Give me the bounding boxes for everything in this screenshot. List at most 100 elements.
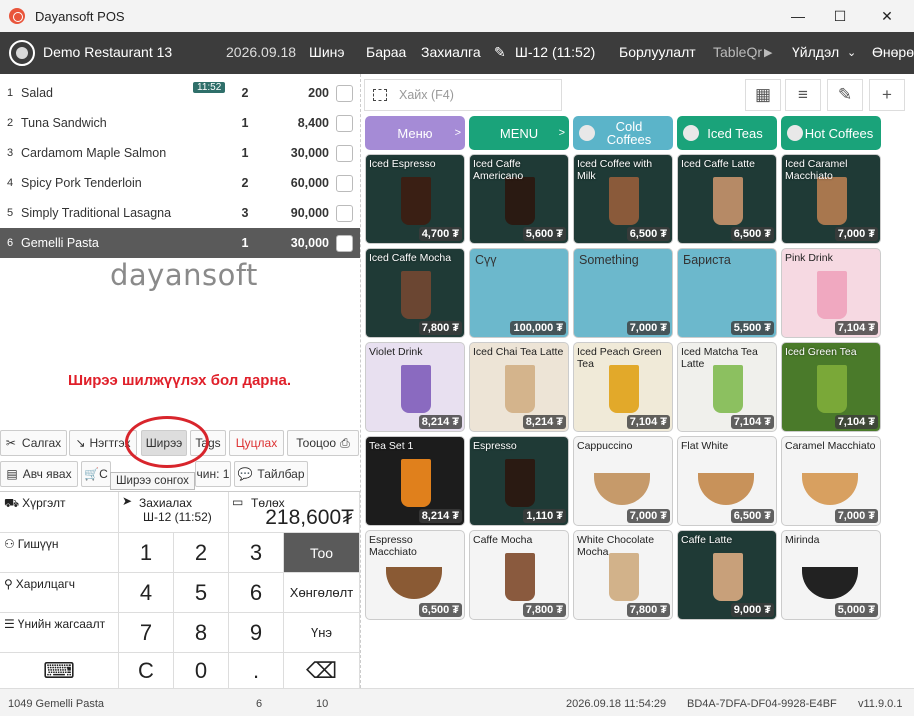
search-placeholder: Хайх (F4) <box>399 88 454 102</box>
nav-current-table[interactable]: Ш-12 (11:52) <box>515 44 595 60</box>
highlight-circle <box>125 416 209 468</box>
category-label: Меню <box>397 125 433 141</box>
order-row[interactable]: 4 Spicy Pork Tenderloin 2 60,000 <box>0 168 360 198</box>
cart-button[interactable]: 🛒 С <box>81 461 111 487</box>
product-panel: Хайх (F4) ▦ ≡ ✎ + Меню > MENU > Cold Coffees… <box>360 74 914 688</box>
product-tile[interactable]: Caramel Macchiato 7,000 ₮ <box>781 436 881 526</box>
product-tile[interactable]: Iced Caffe Americano 5,600 ₮ <box>469 154 569 244</box>
product-tile[interactable]: Espresso Macchiato 6,500 ₮ <box>365 530 465 620</box>
grid-view-icon[interactable]: ▦ <box>745 79 781 111</box>
product-price: 6,500 ₮ <box>730 509 774 523</box>
product-tile[interactable]: Cappuccino 7,000 ₮ <box>573 436 673 526</box>
order-row-checkbox[interactable] <box>336 114 353 132</box>
product-tile[interactable]: Iced Coffee with Milk 6,500 ₮ <box>573 154 673 244</box>
order-row-checkbox[interactable] <box>336 234 353 252</box>
category-tab[interactable]: Cold Coffees <box>573 116 673 150</box>
pay-button[interactable]: ▭ Төлөх 218,600₮ <box>229 492 360 533</box>
product-price: 8,214 ₮ <box>522 415 566 429</box>
minimize-button[interactable]: — <box>775 0 821 32</box>
product-tile[interactable]: Iced Caffe Mocha 7,800 ₮ <box>365 248 465 338</box>
product-tile[interactable]: Caffe Mocha 7,800 ₮ <box>469 530 569 620</box>
product-tile[interactable]: White Chocolate Mocha 7,800 ₮ <box>573 530 673 620</box>
split-button[interactable]: ✂ Салгах <box>0 430 67 456</box>
qty-button[interactable]: Тоо <box>284 533 360 573</box>
customer-label: Харилцагч <box>15 577 76 591</box>
order-row-qty: 1 <box>241 146 249 160</box>
product-tile[interactable]: Caffe Latte 9,000 ₮ <box>677 530 777 620</box>
key-4[interactable]: 4 <box>119 573 174 613</box>
key-6[interactable]: 6 <box>229 573 284 613</box>
discount-button[interactable]: Хөнгөлөлт <box>284 573 360 613</box>
key-9[interactable]: 9 <box>229 613 284 653</box>
nav-sales[interactable]: Борлуулалт <box>619 44 696 60</box>
key-2[interactable]: 2 <box>174 533 229 573</box>
key-dot[interactable]: . <box>229 653 284 689</box>
price-button[interactable]: Үнэ <box>284 613 360 653</box>
order-row-checkbox[interactable] <box>336 84 353 102</box>
nav-actions[interactable]: Үйлдэл <box>792 44 839 60</box>
category-tab[interactable]: Iced Teas <box>677 116 777 150</box>
product-name: Caramel Macchiato <box>785 440 876 452</box>
backspace-icon[interactable]: ⌫ <box>284 653 360 689</box>
product-tile[interactable]: Iced Peach Green Tea 7,104 ₮ <box>573 342 673 432</box>
nav-tableqr[interactable]: TableQr <box>713 44 762 60</box>
order-send-button[interactable]: ➤ Захиалах Ш-12 (11:52) <box>119 492 229 533</box>
category-tab[interactable]: MENU > <box>469 116 569 150</box>
bill-button[interactable]: Тооцоо ⎙ <box>287 430 359 456</box>
product-tile[interactable]: Espresso 1,110 ₮ <box>469 436 569 526</box>
key-3[interactable]: 3 <box>229 533 284 573</box>
key-7[interactable]: 7 <box>119 613 174 653</box>
product-tile[interactable]: Iced Caffe Latte 6,500 ₮ <box>677 154 777 244</box>
category-tab[interactable]: Меню > <box>365 116 465 150</box>
order-row[interactable]: 3 Cardamom Maple Salmon 1 30,000 <box>0 138 360 168</box>
add-icon[interactable]: + <box>869 79 905 111</box>
price-list-button[interactable]: ☰ Үнийн жагсаалт <box>0 613 119 653</box>
takeaway-button[interactable]: ▤ Авч явах <box>0 461 78 487</box>
key-clear[interactable]: C <box>119 653 174 689</box>
product-tile[interactable]: Бариста 5,500 ₮ <box>677 248 777 338</box>
key-5[interactable]: 5 <box>174 573 229 613</box>
order-row-checkbox[interactable] <box>336 174 353 192</box>
product-tile[interactable]: Сүү 100,000 ₮ <box>469 248 569 338</box>
key-8[interactable]: 8 <box>174 613 229 653</box>
cup-image <box>698 473 754 505</box>
order-row[interactable]: 5 Simply Traditional Lasagna 3 90,000 <box>0 198 360 228</box>
card-icon: ▭ <box>232 495 244 509</box>
customer-button[interactable]: ⚲ Харилцагч <box>0 573 119 613</box>
cancel-button[interactable]: Цуцлах <box>229 430 284 456</box>
list-view-icon[interactable]: ≡ <box>785 79 821 111</box>
product-tile[interactable]: Iced Chai Tea Latte 8,214 ₮ <box>469 342 569 432</box>
nav-orders[interactable]: Захиалга <box>421 44 481 60</box>
nav-new[interactable]: Шинэ <box>309 44 345 60</box>
guests-button[interactable]: чин: 1 <box>195 461 231 487</box>
product-tile[interactable]: Mirinda 5,000 ₮ <box>781 530 881 620</box>
close-button[interactable]: ✕ <box>864 0 910 32</box>
order-row-checkbox[interactable] <box>336 204 353 222</box>
delivery-button[interactable]: ⛟ Хүргэлт <box>0 492 119 533</box>
key-1[interactable]: 1 <box>119 533 174 573</box>
order-row[interactable]: 2 Tuna Sandwich 1 8,400 <box>0 108 360 138</box>
maximize-button[interactable]: ☐ <box>817 0 863 32</box>
search-input[interactable]: Хайх (F4) <box>364 79 562 111</box>
note-button[interactable]: 💬 Тайлбар <box>234 461 308 487</box>
category-tab[interactable]: Hot Coffees <box>781 116 881 150</box>
product-tile[interactable]: Iced Caramel Macchiato 7,000 ₮ <box>781 154 881 244</box>
order-row-selected[interactable]: 6 Gemelli Pasta 1 30,000 <box>0 228 360 258</box>
product-tile[interactable]: Pink Drink 7,104 ₮ <box>781 248 881 338</box>
nav-products[interactable]: Бараа <box>366 44 406 60</box>
order-row[interactable]: 1 Salad 11:52 2 200 <box>0 78 360 108</box>
member-button[interactable]: ⚇ Гишүүн <box>0 533 119 573</box>
key-0[interactable]: 0 <box>174 653 229 689</box>
product-tile[interactable]: Tea Set 1 8,214 ₮ <box>365 436 465 526</box>
product-tile[interactable]: Iced Matcha Tea Latte 7,104 ₮ <box>677 342 777 432</box>
product-tile[interactable]: Iced Green Tea 7,104 ₮ <box>781 342 881 432</box>
edit-icon[interactable]: ✎ <box>827 79 863 111</box>
product-tile[interactable]: Iced Espresso 4,700 ₮ <box>365 154 465 244</box>
product-tile[interactable]: Violet Drink 8,214 ₮ <box>365 342 465 432</box>
product-tile[interactable]: Flat White 6,500 ₮ <box>677 436 777 526</box>
nav-today[interactable]: Өнөрө <box>872 44 914 60</box>
keyboard-icon[interactable]: ⌨ <box>0 653 119 689</box>
product-tile[interactable]: Something 7,000 ₮ <box>573 248 673 338</box>
order-row-checkbox[interactable] <box>336 144 353 162</box>
drink-image <box>609 553 639 601</box>
